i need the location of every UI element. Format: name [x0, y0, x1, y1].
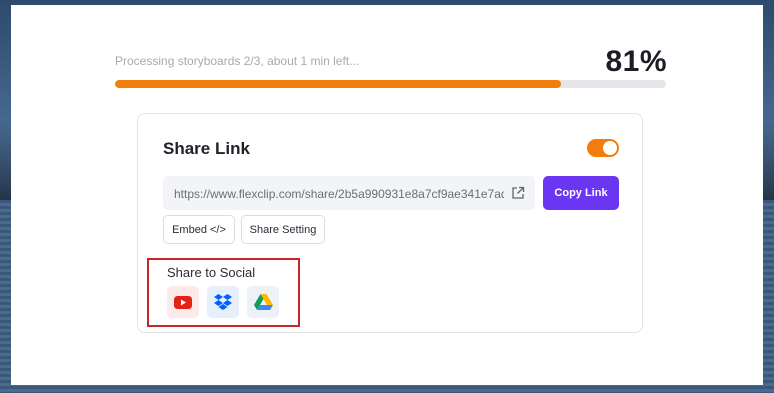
dropbox-icon — [214, 294, 232, 310]
progress-bar — [115, 80, 666, 88]
copy-link-button[interactable]: Copy Link — [543, 176, 619, 210]
share-to-social-section: Share to Social — [147, 258, 300, 327]
external-link-icon[interactable] — [511, 186, 525, 200]
progress-percent: 81% — [605, 45, 667, 78]
share-setting-button[interactable]: Share Setting — [241, 215, 325, 244]
youtube-share-button[interactable] — [167, 286, 199, 318]
share-url-text: https://www.flexclip.com/share/2b5a99093… — [174, 187, 504, 201]
share-card: Share Link https://www.flexclip.com/shar… — [137, 113, 643, 333]
google-drive-icon — [253, 294, 273, 310]
google-drive-share-button[interactable] — [247, 286, 279, 318]
share-to-social-title: Share to Social — [167, 265, 256, 280]
youtube-icon — [174, 295, 192, 309]
export-panel: Processing storyboards 2/3, about 1 min … — [11, 5, 763, 385]
embed-button[interactable]: Embed </> — [163, 215, 235, 244]
progress-bar-fill — [115, 80, 562, 88]
share-link-title: Share Link — [163, 139, 250, 158]
dropbox-share-button[interactable] — [207, 286, 239, 318]
toggle-knob — [603, 141, 617, 155]
progress-status-text: Processing storyboards 2/3, about 1 min … — [115, 54, 360, 68]
share-url-field[interactable]: https://www.flexclip.com/share/2b5a99093… — [163, 176, 535, 210]
share-link-toggle[interactable] — [587, 139, 619, 157]
